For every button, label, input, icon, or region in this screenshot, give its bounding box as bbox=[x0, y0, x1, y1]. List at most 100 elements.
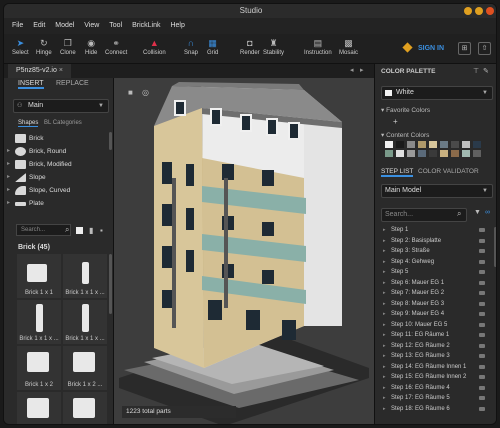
step-camera-icon[interactable] bbox=[479, 385, 485, 390]
color-swatch[interactable] bbox=[440, 141, 448, 148]
tab-color-validator[interactable]: COLOR VALIDATOR bbox=[418, 168, 479, 175]
color-swatch[interactable] bbox=[429, 150, 437, 157]
sign-in-link[interactable]: SIGN IN bbox=[418, 45, 444, 52]
snap-tool-button[interactable]: ∩ Snap bbox=[184, 37, 198, 56]
expand-icon[interactable]: ▸ bbox=[383, 383, 386, 394]
step-camera-icon[interactable] bbox=[479, 312, 485, 316]
grid-tool-button[interactable]: ▦ Grid bbox=[207, 37, 218, 56]
palette-dropdown[interactable]: Main ▼ ⚇ bbox=[13, 99, 109, 113]
color-swatch[interactable] bbox=[462, 150, 470, 157]
part-search-input[interactable]: Search... bbox=[16, 224, 71, 236]
step-item[interactable]: ▸ Step 12: EG Räume 2 bbox=[381, 341, 493, 352]
color-swatch[interactable] bbox=[396, 150, 404, 157]
3d-viewport[interactable]: ■ ◎ 1223 total parts bbox=[114, 78, 374, 424]
shape-item[interactable]: ▸ Slope bbox=[7, 171, 107, 184]
step-item[interactable]: ▸ Step 18: EG Räume 6 bbox=[381, 404, 493, 415]
step-camera-icon[interactable] bbox=[479, 375, 485, 379]
shape-item[interactable]: ▸ Slope, Curved bbox=[7, 184, 107, 197]
menu-tool[interactable]: Tool bbox=[109, 22, 122, 29]
part-tile[interactable]: Brick 1 x 1 x ... bbox=[63, 254, 107, 298]
part-tile[interactable] bbox=[63, 392, 107, 424]
stability-tool-button[interactable]: ♜ Stability bbox=[263, 37, 284, 56]
step-item[interactable]: ▸ Step 10: Mauer EG 5 bbox=[381, 320, 493, 331]
step-item[interactable]: ▸ Step 1 bbox=[381, 225, 493, 236]
color-swatch[interactable] bbox=[462, 141, 470, 148]
expand-icon[interactable]: ▸ bbox=[383, 393, 386, 404]
step-item[interactable]: ▸ Step 5 bbox=[381, 267, 493, 278]
collision-tool-button[interactable]: ▲ Collision bbox=[143, 37, 166, 56]
expand-icon[interactable]: ▸ bbox=[383, 330, 386, 341]
select-tool-button[interactable]: ➤ Select bbox=[12, 37, 29, 56]
list-view-icon[interactable]: ▮ bbox=[89, 226, 93, 235]
color-swatch[interactable] bbox=[473, 150, 481, 157]
close-button[interactable] bbox=[486, 7, 494, 15]
render-tool-button[interactable]: ◘ Render bbox=[240, 37, 260, 56]
color-swatch[interactable] bbox=[407, 141, 415, 148]
expand-icon[interactable]: ▸ bbox=[7, 145, 10, 158]
expand-icon[interactable]: ▸ bbox=[383, 288, 386, 299]
upload-icon[interactable]: ⇧ bbox=[478, 42, 491, 55]
cart-icon[interactable]: ⊞ bbox=[458, 42, 471, 55]
previous-tab-icon[interactable]: ◂ bbox=[350, 64, 354, 78]
shape-item[interactable]: ▸ Plate bbox=[7, 197, 107, 210]
step-camera-icon[interactable] bbox=[479, 322, 485, 327]
shape-item[interactable]: Brick bbox=[7, 132, 107, 145]
menu-bricklink[interactable]: BrickLink bbox=[132, 22, 160, 29]
step-camera-icon[interactable] bbox=[479, 259, 485, 264]
step-camera-icon[interactable] bbox=[479, 291, 485, 295]
minimize-button[interactable] bbox=[464, 7, 472, 15]
step-camera-icon[interactable] bbox=[479, 354, 485, 358]
subtab-shapes[interactable]: Shapes bbox=[18, 120, 39, 127]
part-tile[interactable]: Brick 1 x 1 x ... bbox=[63, 300, 107, 344]
color-swatch[interactable] bbox=[418, 141, 426, 148]
menu-help[interactable]: Help bbox=[170, 22, 184, 29]
shape-item[interactable]: ▸ Brick, Modified bbox=[7, 158, 107, 171]
settings-icon[interactable]: ▪ bbox=[100, 226, 103, 235]
step-item[interactable]: ▸ Step 4: Gehweg bbox=[381, 257, 493, 268]
expand-icon[interactable]: ▸ bbox=[383, 236, 386, 247]
expand-icon[interactable]: ▸ bbox=[7, 184, 10, 197]
square-view-icon[interactable] bbox=[76, 227, 83, 234]
color-swatch[interactable] bbox=[451, 150, 459, 157]
tiles-scrollbar[interactable] bbox=[109, 254, 112, 314]
link-icon[interactable]: ∞ bbox=[485, 209, 490, 216]
menu-model[interactable]: Model bbox=[55, 22, 74, 29]
step-camera-icon[interactable] bbox=[479, 396, 485, 400]
instruction-tool-button[interactable]: ▤ Instruction bbox=[304, 37, 332, 56]
expand-icon[interactable]: ▸ bbox=[383, 267, 386, 278]
step-camera-icon[interactable] bbox=[479, 364, 485, 369]
menu-file[interactable]: File bbox=[12, 22, 23, 29]
next-tab-icon[interactable]: ▸ bbox=[360, 64, 364, 78]
step-item[interactable]: ▸ Step 3: Straße bbox=[381, 246, 493, 257]
step-item[interactable]: ▸ Step 6: Mauer EG 1 bbox=[381, 278, 493, 289]
step-camera-icon[interactable] bbox=[479, 270, 485, 274]
step-item[interactable]: ▸ Step 2: Basisplatte bbox=[381, 236, 493, 247]
color-swatch[interactable] bbox=[429, 141, 437, 148]
step-item[interactable]: ▸ Step 14: EG Räume Innen 1 bbox=[381, 362, 493, 373]
expand-icon[interactable]: ▸ bbox=[383, 351, 386, 362]
step-camera-icon[interactable] bbox=[479, 301, 485, 306]
step-item[interactable]: ▸ Step 17: EG Räume 5 bbox=[381, 393, 493, 404]
add-favorite-icon[interactable]: + bbox=[393, 117, 398, 126]
color-swatch[interactable] bbox=[440, 150, 448, 157]
expand-icon[interactable]: ▸ bbox=[7, 171, 10, 184]
hinge-tool-button[interactable]: ↻ Hinge bbox=[36, 37, 52, 56]
step-camera-icon[interactable] bbox=[479, 228, 485, 232]
step-item[interactable]: ▸ Step 15: EG Räume Innen 2 bbox=[381, 372, 493, 383]
filter-icon[interactable]: ▼ bbox=[474, 209, 481, 216]
step-item[interactable]: ▸ Step 8: Mauer EG 3 bbox=[381, 299, 493, 310]
color-swatch[interactable] bbox=[418, 150, 426, 157]
expand-icon[interactable]: ▸ bbox=[383, 278, 386, 289]
step-item[interactable]: ▸ Step 13: EG Räume 3 bbox=[381, 351, 493, 362]
model-dropdown[interactable]: Main Model ▼ bbox=[381, 184, 493, 198]
color-swatch[interactable] bbox=[385, 141, 393, 148]
content-colors-header[interactable]: ▾ Content Colors bbox=[381, 131, 429, 139]
step-camera-icon[interactable] bbox=[479, 343, 485, 348]
step-item[interactable]: ▸ Step 11: EG Räume 1 bbox=[381, 330, 493, 341]
part-tile[interactable]: Brick 1 x 1 x ... bbox=[17, 300, 61, 344]
expand-icon[interactable]: ▸ bbox=[383, 225, 386, 236]
expand-icon[interactable]: ▸ bbox=[383, 320, 386, 331]
tab-insert[interactable]: INSERT bbox=[18, 80, 44, 89]
shapes-scrollbar[interactable] bbox=[109, 132, 112, 150]
file-tab[interactable]: P5nz85-v2.io × bbox=[8, 64, 71, 78]
